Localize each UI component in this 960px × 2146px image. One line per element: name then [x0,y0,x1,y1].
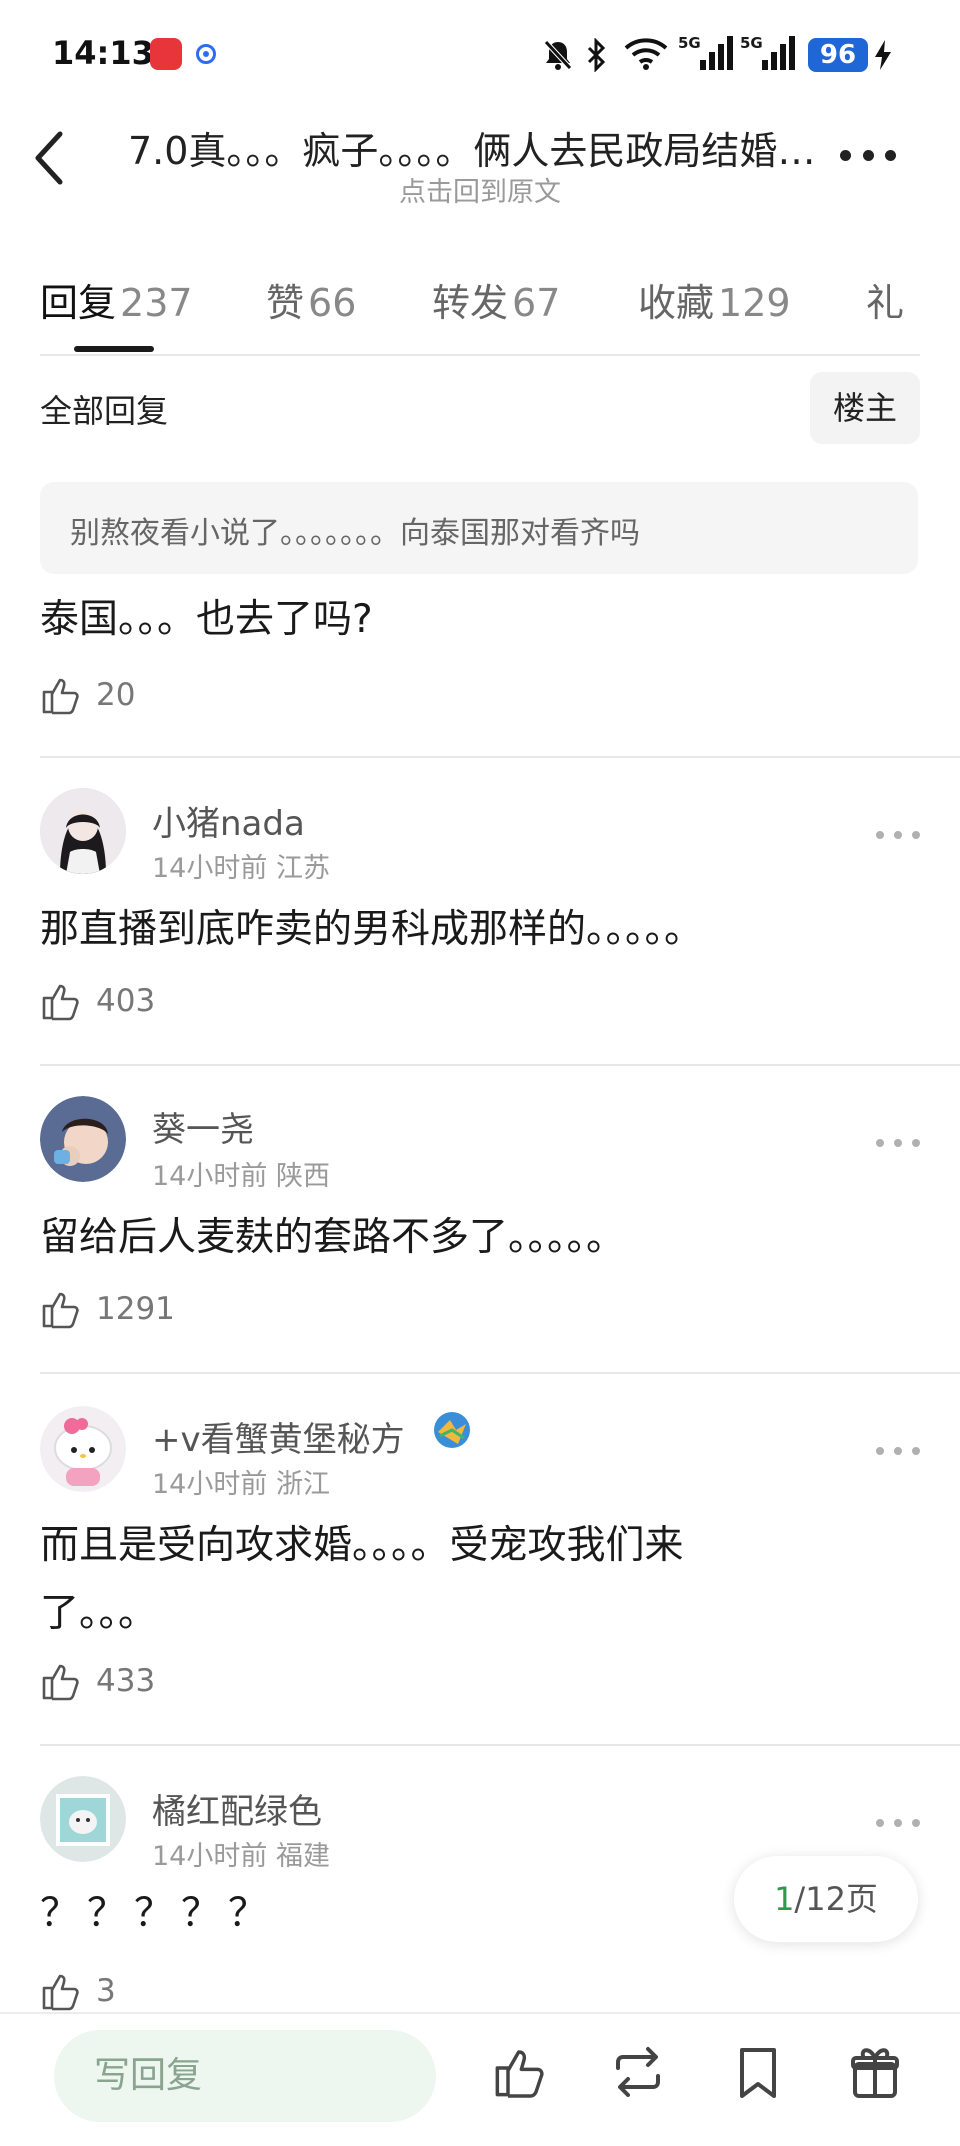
sync-notification-icon [196,44,216,64]
like-button[interactable]: 20 [40,674,135,716]
post-title[interactable]: 7.0真。。。疯子。。。。俩人去民政局结婚了。。。 [128,120,828,175]
thumbs-up-icon [42,678,79,715]
thumbs-up-icon [42,1292,79,1329]
comment-username[interactable]: 葵一尧 [152,1102,254,1151]
avatar[interactable] [40,1406,126,1492]
comment-text: 而且是受向攻求婚。。。。受宠攻我们来 了。。。 [40,1523,684,1636]
like-count: 403 [96,983,156,1019]
page-indicator[interactable]: 1/12页 [734,1856,918,1942]
tab-gifts[interactable]: 礼 [866,272,920,327]
like-count: 433 [96,1663,156,1699]
signal-icon-2: 5G [740,34,796,74]
comment-username[interactable]: +v看蟹黄堡秘方 [152,1412,405,1461]
thumbs-up-icon [495,2050,544,2098]
comment-username[interactable]: 小猪nada [152,796,305,845]
like-count: 20 [96,677,136,713]
mute-bell-icon [542,38,574,72]
bookmark-icon [740,2048,776,2098]
status-time: 14:13 [52,34,154,72]
avatar[interactable] [40,1776,126,1862]
tab-reposts[interactable]: 转发 67 [432,272,560,327]
thumbs-up-icon [42,1664,79,1701]
comment-text: 那直播到底咋卖的男科成那样的。。。。。 [40,907,704,952]
comment-username[interactable]: 橘红配绿色 [152,1784,322,1833]
comment-more-button[interactable] [876,831,920,839]
owner-only-button[interactable]: 楼主 [810,372,920,444]
tabs-divider [40,354,920,356]
like-button[interactable]: 3 [40,1970,116,2012]
comment-divider [40,1744,960,1746]
like-post-button[interactable] [492,2044,548,2100]
like-count: 3 [96,1973,116,2009]
comment-more-button[interactable] [876,1819,920,1827]
comment-divider [40,1372,960,1374]
bluetooth-icon [586,38,608,72]
reply-text: 泰国。。。也去了吗? [40,597,373,642]
avatar[interactable] [40,1096,126,1182]
repost-button[interactable] [610,2046,666,2098]
like-button[interactable]: 1291 [40,1288,175,1330]
comment-meta: 14小时前 福建 [152,1841,330,1872]
gift-icon [851,2048,899,2098]
comment-more-button[interactable] [876,1447,920,1455]
favorite-button[interactable] [736,2046,780,2100]
thumbs-up-icon [42,984,79,1021]
comment-meta: 14小时前 浙江 [152,1469,330,1500]
like-count: 1291 [96,1291,175,1327]
comment-meta: 14小时前 江苏 [152,853,330,884]
wifi-icon [624,38,668,70]
like-button[interactable]: 403 [40,980,155,1022]
app-notification-icon [150,38,182,70]
comment-divider [40,756,960,758]
comment-more-button[interactable] [876,1139,920,1147]
active-tab-indicator [74,346,154,352]
gift-button[interactable] [850,2044,900,2100]
comment-divider [40,1064,960,1066]
thumbs-up-icon [42,1974,79,2011]
avatar[interactable] [40,788,126,874]
quoted-reply-text: 别熬夜看小说了。。。。。。。向泰国那对看齐吗 [70,516,640,551]
comment-text: 留给后人麦麸的套路不多了。。。。。 [40,1215,626,1260]
repost-icon [616,2047,660,2097]
all-replies-label[interactable]: 全部回复 [40,386,168,432]
charging-icon [874,40,892,70]
quoted-reply-box[interactable]: 别熬夜看小说了。。。。。。。向泰国那对看齐吗 [40,482,918,574]
tab-favorites[interactable]: 收藏 129 [638,272,791,327]
comment-meta: 14小时前 陕西 [152,1161,330,1192]
reply-input[interactable]: 写回复 [54,2030,436,2122]
more-options-button[interactable] [840,150,896,161]
user-badge-icon [432,1410,472,1450]
tab-likes[interactable]: 赞 66 [266,272,356,327]
battery-indicator: 96 [808,38,868,72]
signal-icon: 5G [678,34,734,74]
tab-replies[interactable]: 回复 237 [40,272,193,327]
back-to-original-link[interactable]: 点击回到原文 [0,170,960,209]
like-button[interactable]: 433 [40,1660,155,1702]
